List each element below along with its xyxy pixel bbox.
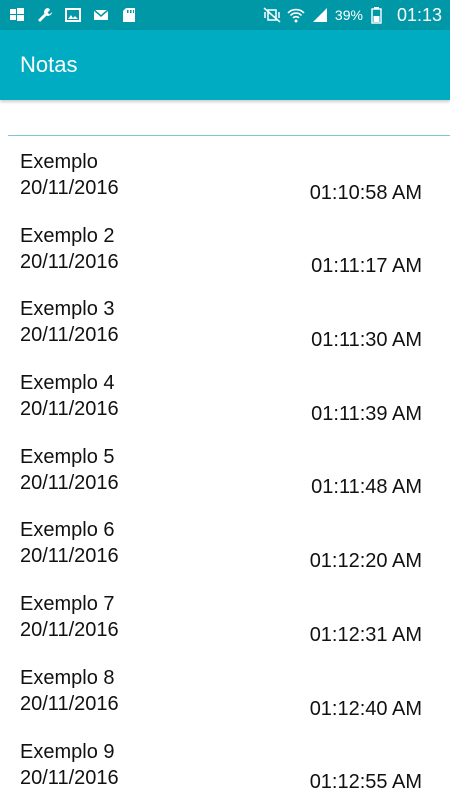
note-item[interactable]: Exemplo 2 20/11/2016 01:11:17 AM bbox=[0, 222, 450, 296]
note-title: Exemplo 2 bbox=[20, 224, 115, 247]
windows-store-icon bbox=[8, 6, 26, 24]
note-date: 20/11/2016 bbox=[20, 398, 119, 421]
note-time: 01:10:58 AM bbox=[309, 181, 422, 204]
note-item[interactable]: Exemplo 3 20/11/2016 01:11:30 AM bbox=[0, 295, 450, 369]
note-date: 20/11/2016 bbox=[20, 250, 119, 273]
status-time: 01:13 bbox=[396, 4, 442, 25]
vibrate-mute-icon bbox=[263, 6, 281, 24]
image-icon bbox=[64, 6, 82, 24]
note-title: Exemplo 6 bbox=[20, 519, 115, 542]
note-title: Exemplo 9 bbox=[20, 740, 115, 763]
note-date: 20/11/2016 bbox=[20, 692, 119, 715]
note-time: 01:11:48 AM bbox=[311, 476, 422, 499]
note-item[interactable]: Exemplo 5 20/11/2016 01:11:48 AM bbox=[0, 443, 450, 517]
note-title: Exemplo 5 bbox=[20, 445, 115, 468]
note-item[interactable]: Exemplo 9 20/11/2016 01:12:55 AM bbox=[0, 738, 450, 800]
note-date: 20/11/2016 bbox=[20, 619, 119, 642]
note-date: 20/11/2016 bbox=[20, 766, 119, 789]
battery-percent: 39% bbox=[334, 7, 363, 23]
note-title: Exemplo 7 bbox=[20, 593, 115, 616]
wifi-icon bbox=[287, 6, 305, 24]
note-title: Exemplo bbox=[20, 151, 98, 173]
note-time: 01:12:20 AM bbox=[309, 550, 422, 573]
status-bar: 39% 01:13 bbox=[0, 0, 450, 30]
note-item[interactable]: Exemplo 6 20/11/2016 01:12:20 AM bbox=[0, 516, 450, 590]
app-bar: Notas bbox=[0, 30, 450, 100]
mail-icon bbox=[92, 6, 110, 24]
note-time: 01:11:39 AM bbox=[311, 402, 422, 425]
note-date: 20/11/2016 bbox=[20, 471, 119, 494]
note-title: Exemplo 3 bbox=[20, 298, 115, 321]
wrench-icon bbox=[36, 6, 54, 24]
note-item[interactable]: Exemplo 7 20/11/2016 01:12:31 AM bbox=[0, 590, 450, 664]
status-icons-right: 39% 01:13 bbox=[263, 5, 442, 26]
note-item[interactable]: Exemplo 8 20/11/2016 01:12:40 AM bbox=[0, 664, 450, 738]
note-time: 01:11:30 AM bbox=[311, 329, 422, 352]
search-input[interactable] bbox=[8, 100, 450, 136]
search-area bbox=[0, 100, 450, 140]
note-date: 20/11/2016 bbox=[20, 545, 119, 568]
note-item[interactable]: Exemplo 4 20/11/2016 01:11:39 AM bbox=[0, 369, 450, 443]
note-date: 20/11/2016 bbox=[20, 177, 119, 199]
note-time: 01:11:17 AM bbox=[311, 255, 422, 278]
sd-card-icon bbox=[120, 6, 138, 24]
note-item[interactable]: Exemplo 20/11/2016 01:10:58 AM bbox=[0, 148, 450, 222]
note-time: 01:12:40 AM bbox=[309, 697, 422, 720]
signal-icon bbox=[311, 6, 329, 24]
note-list: Exemplo 20/11/2016 01:10:58 AM Exemplo 2 20/… bbox=[0, 148, 450, 800]
note-date: 20/11/2016 bbox=[20, 324, 119, 347]
note-title: Exemplo 4 bbox=[20, 372, 115, 395]
note-title: Exemplo 8 bbox=[20, 666, 115, 689]
note-time: 01:12:31 AM bbox=[309, 623, 422, 646]
app-title: Notas bbox=[20, 52, 78, 77]
note-time: 01:12:55 AM bbox=[309, 771, 422, 794]
battery-icon bbox=[369, 6, 387, 24]
status-icons-left bbox=[8, 6, 138, 24]
